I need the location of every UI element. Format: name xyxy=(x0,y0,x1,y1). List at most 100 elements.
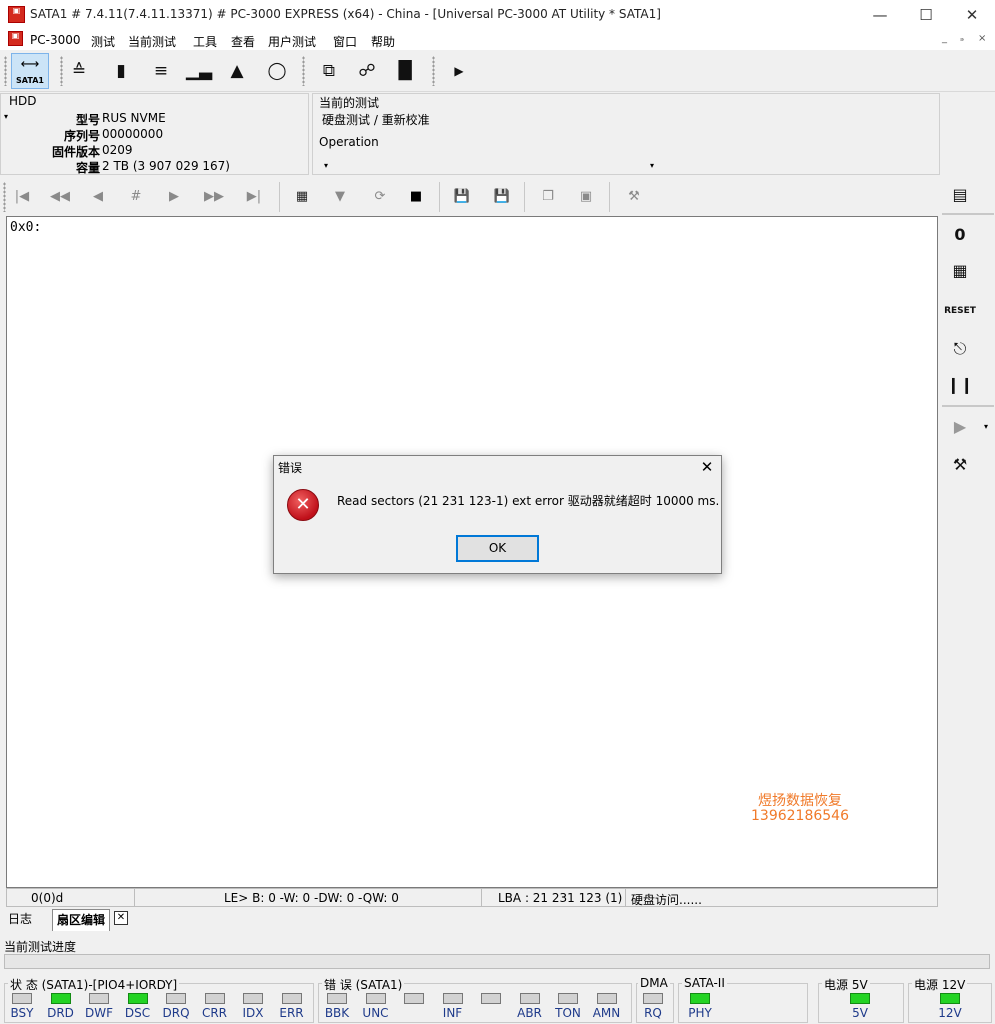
toolbar-separator xyxy=(942,405,994,407)
toolbar-separator xyxy=(609,182,610,212)
model-value: RUS NVME xyxy=(102,111,166,125)
copy-sector-icon[interactable]: ❐ xyxy=(534,184,562,210)
menu-view[interactable]: 查看 xyxy=(231,33,255,50)
chip-config-icon[interactable]: ▦ xyxy=(944,256,976,286)
error-group-title: 错 误 (SATA1) xyxy=(322,976,405,993)
dma-rq-led xyxy=(643,993,663,1004)
menu-user-test[interactable]: 用户测试 xyxy=(268,33,316,50)
error-led xyxy=(519,993,540,1004)
error-led xyxy=(596,993,617,1004)
mdi-restore-button[interactable]: ₔ xyxy=(960,33,964,44)
dma-rq-label: RQ xyxy=(644,1006,662,1020)
sata-group-title: SATA-II xyxy=(682,976,727,990)
list-icon[interactable]: ≡ xyxy=(146,56,176,86)
close-window-button[interactable]: ✕ xyxy=(949,0,995,30)
progress-label: 当前测试进度 xyxy=(4,940,77,954)
drive-info-icon[interactable]: ▤ xyxy=(944,180,976,210)
read-down-icon[interactable]: ▼ xyxy=(326,184,354,210)
power5v-led xyxy=(850,993,870,1004)
current-test-title: 当前的测试 xyxy=(319,96,380,110)
status-separator xyxy=(481,889,482,906)
status-led xyxy=(127,993,148,1004)
error-led xyxy=(442,993,463,1004)
dma-group-title: DMA xyxy=(638,976,670,990)
error-led-label: BBK xyxy=(324,1006,350,1020)
head-map-icon[interactable]: █ xyxy=(390,56,420,86)
toolbar-grip[interactable] xyxy=(302,56,305,86)
toolbar-grip[interactable] xyxy=(60,56,63,86)
power5v-group-title: 电源 5V xyxy=(822,976,870,993)
copy-icon[interactable]: ⧉ xyxy=(314,56,344,86)
toolbar-grip[interactable] xyxy=(432,56,435,86)
read-forward-icon[interactable]: ▶ xyxy=(944,412,976,442)
hdd-group-title: HDD xyxy=(9,94,37,108)
error-led xyxy=(481,993,501,1004)
load-sector-icon[interactable]: 💾 xyxy=(488,184,516,210)
chip-icon[interactable]: ▮ xyxy=(106,56,136,86)
reset-icon[interactable]: RESET xyxy=(944,296,976,326)
watermark-line2: 13962186546 xyxy=(751,808,849,824)
right-toolbar xyxy=(940,176,995,921)
power-switch-icon[interactable]: ⎋ xyxy=(944,334,976,364)
error-led-label: INF xyxy=(442,1006,463,1020)
tab-sector-editor[interactable]: 扇区编辑 xyxy=(52,909,111,931)
tools-icon[interactable]: ⚒ xyxy=(620,184,648,210)
status-led-label: IDX xyxy=(242,1006,264,1020)
toolbar-more-button[interactable]: ▶ xyxy=(444,56,474,86)
prev-sector-icon[interactable]: ◀ xyxy=(84,184,112,210)
menu-current-test[interactable]: 当前测试 xyxy=(128,33,176,50)
status-led xyxy=(243,993,263,1004)
disk-stack-icon[interactable]: ☍ xyxy=(352,56,382,86)
menu-test[interactable]: 测试 xyxy=(91,33,115,50)
app-logo-icon[interactable]: ▣ xyxy=(8,6,25,23)
operation-dropdown-left-arrow[interactable]: ▾ xyxy=(324,161,328,170)
menu-window[interactable]: 窗口 xyxy=(333,33,357,50)
sata-phy-led xyxy=(690,993,710,1004)
dialog-close-button[interactable]: ✕ xyxy=(697,457,717,477)
sata-port-button[interactable]: ⟷ SATA1 xyxy=(11,53,49,89)
operation-dropdown[interactable] xyxy=(316,152,661,172)
disk-check-icon[interactable]: ◯ xyxy=(262,56,292,86)
lba-grid-icon[interactable]: ▦ xyxy=(288,184,316,210)
status-led xyxy=(89,993,109,1004)
stop-icon[interactable]: ■ xyxy=(402,184,430,210)
tab-log[interactable]: 日志 xyxy=(4,909,36,931)
page-back-icon[interactable]: ◀◀ xyxy=(46,184,74,210)
menu-app-icon[interactable]: ▣ xyxy=(8,31,23,46)
ok-button[interactable]: OK xyxy=(456,535,539,562)
refresh-icon[interactable]: ⟳ xyxy=(366,184,394,210)
error-icon: ✕ xyxy=(287,489,319,521)
toolbar-grip[interactable] xyxy=(3,182,6,212)
maximize-button[interactable]: ☐ xyxy=(903,0,949,30)
chart-icon[interactable]: ▁▃ xyxy=(184,56,214,86)
settings-tools-icon[interactable]: ⚒ xyxy=(944,450,976,480)
error-led xyxy=(327,993,347,1004)
status-group-title: 状 态 (SATA1)-[PIO4+IORDY] xyxy=(8,976,180,993)
close-tab-button[interactable]: ✕ xyxy=(114,911,128,925)
head-icon[interactable]: ▲ xyxy=(222,56,252,86)
operation-dropdown-arrow[interactable]: ▾ xyxy=(650,161,654,170)
last-sector-icon[interactable]: ▶| xyxy=(240,184,268,210)
pause-icon[interactable]: ❙❙ xyxy=(944,370,976,400)
read-forward-dropdown-arrow[interactable]: ▾ xyxy=(984,422,988,431)
serial-value: 00000000 xyxy=(102,127,164,141)
toolbar-grip[interactable] xyxy=(4,56,7,86)
paste-sector-icon[interactable]: ▣ xyxy=(572,184,600,210)
power12v-led xyxy=(940,993,960,1004)
minimize-button[interactable]: — xyxy=(857,0,903,30)
menu-help[interactable]: 帮助 xyxy=(371,33,395,50)
mdi-close-button[interactable]: × xyxy=(978,33,986,44)
menu-pc3000[interactable]: PC-3000 xyxy=(30,33,80,47)
first-sector-icon[interactable]: |◀ xyxy=(8,184,36,210)
next-sector-icon[interactable]: ▶ xyxy=(160,184,188,210)
error-led-label: UNC xyxy=(362,1006,389,1020)
status-led-label: BSY xyxy=(10,1006,34,1020)
error-led-label: ABR xyxy=(517,1006,542,1020)
zero-fill-icon[interactable]: 0 xyxy=(944,220,976,250)
drive-id-icon[interactable]: ≙ xyxy=(64,56,94,86)
menu-tools[interactable]: 工具 xyxy=(193,33,217,50)
mdi-minimize-button[interactable]: _ xyxy=(942,33,947,44)
save-sector-icon[interactable]: 💾 xyxy=(448,184,476,210)
goto-sector-icon[interactable]: # xyxy=(122,184,150,210)
page-forward-icon[interactable]: ▶▶ xyxy=(200,184,228,210)
